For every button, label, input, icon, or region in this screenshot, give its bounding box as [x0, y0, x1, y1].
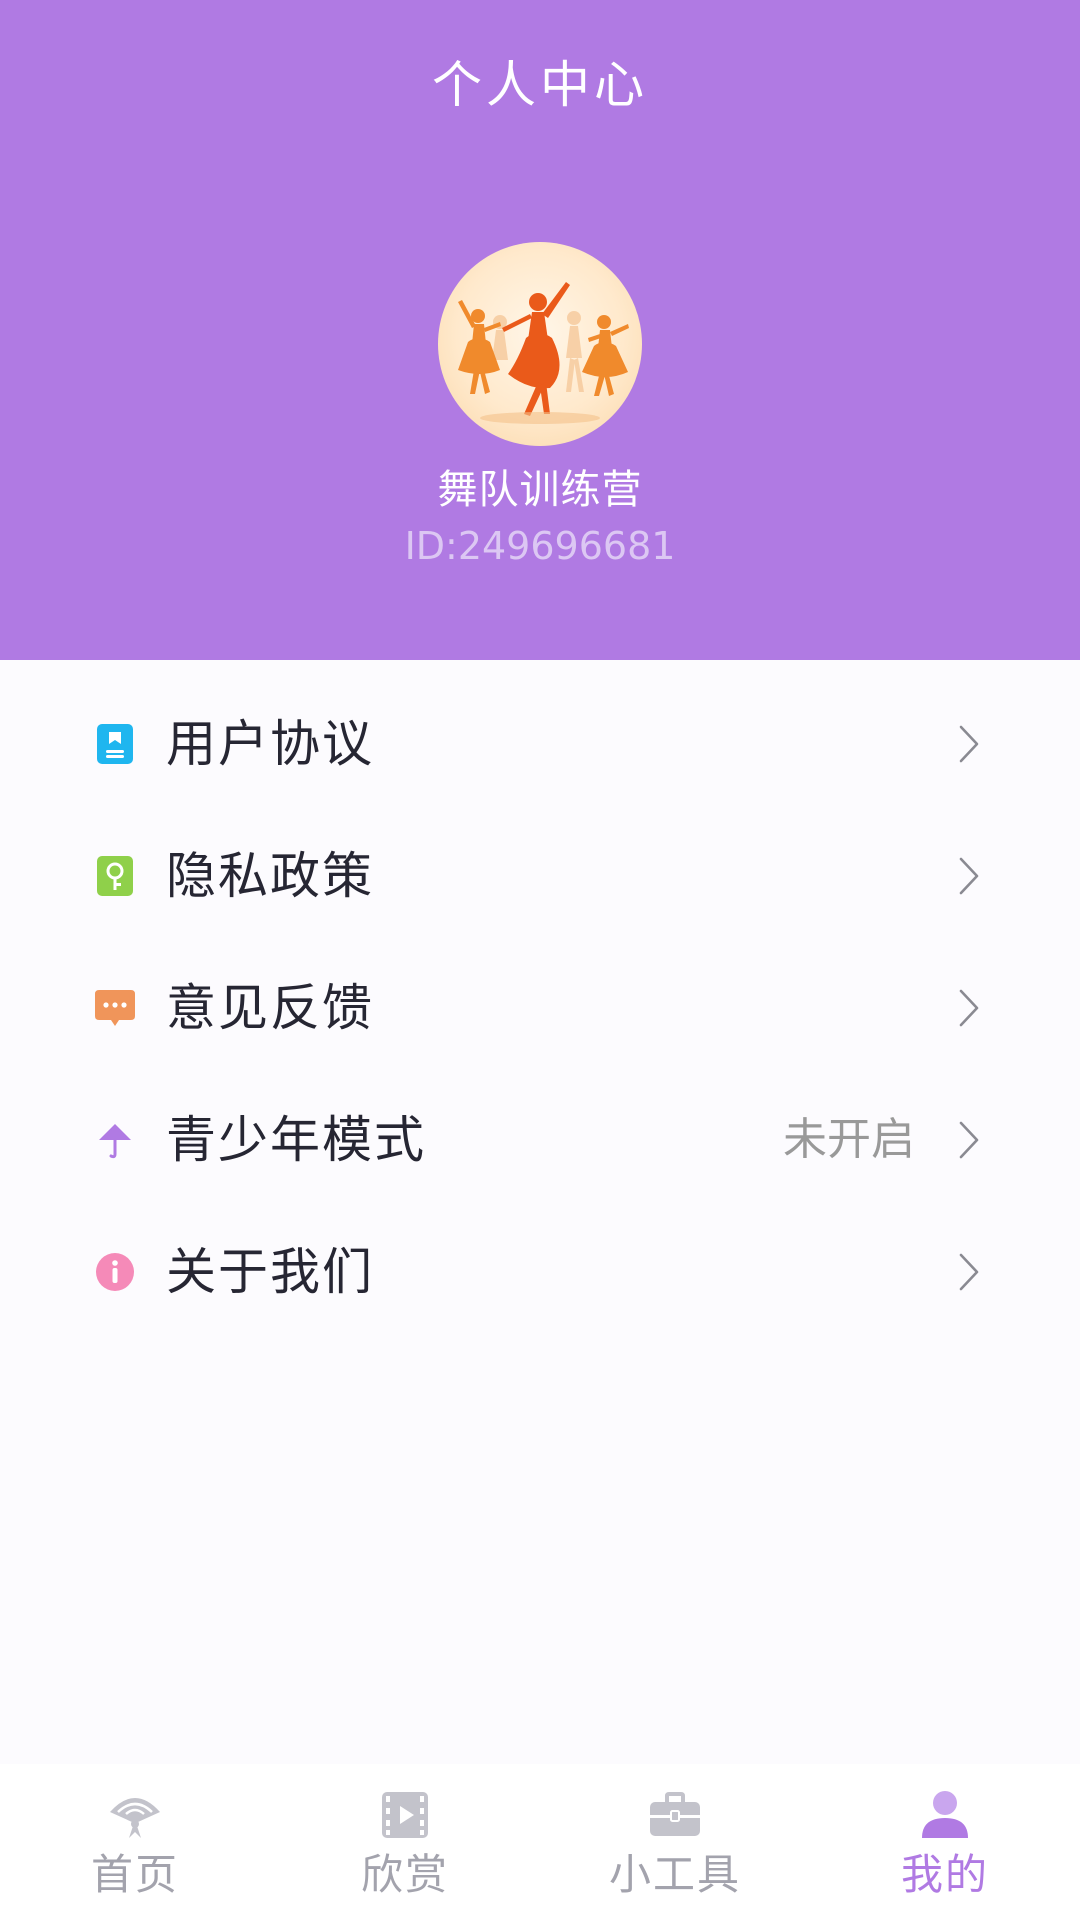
nav-item-home[interactable]: 首页 — [0, 1764, 270, 1920]
menu-label: 意见反馈 — [166, 979, 374, 1037]
message-icon — [95, 988, 135, 1028]
menu-label: 关于我们 — [166, 1243, 374, 1301]
nav-item-appreciate[interactable]: 欣赏 — [270, 1764, 540, 1920]
nav-label: 我的 — [900, 1850, 989, 1899]
teen-mode-status: 未开启 — [783, 1114, 915, 1165]
video-icon — [378, 1788, 432, 1842]
profile-header: 个人中心 舞队训练营 ID:249696681 — [0, 0, 1080, 660]
menu-label: 青少年模式 — [166, 1111, 426, 1169]
nav-item-tools[interactable]: 小工具 — [540, 1764, 810, 1920]
menu-label: 用户协议 — [166, 715, 374, 773]
nav-item-mine[interactable]: 我的 — [810, 1764, 1080, 1920]
menu-label: 隐私政策 — [166, 847, 374, 905]
umbrella-icon — [95, 1120, 135, 1160]
nav-label: 欣赏 — [360, 1850, 449, 1899]
chevron-right-icon — [958, 988, 980, 1028]
chevron-right-icon — [958, 856, 980, 896]
menu-item-teen-mode[interactable]: 青少年模式 未开启 — [0, 1074, 1080, 1206]
page-title: 个人中心 — [432, 56, 648, 114]
bottom-nav: 首页 欣赏 小工具 我的 — [0, 1764, 1080, 1920]
avatar[interactable] — [438, 242, 642, 446]
settings-menu: 用户协议 隐私政策 意见反馈 青少年模式 未开启 关于我们 — [0, 660, 1080, 1338]
menu-item-feedback[interactable]: 意见反馈 — [0, 942, 1080, 1074]
nav-label: 小工具 — [608, 1850, 741, 1899]
user-icon — [918, 1788, 972, 1842]
chevron-right-icon — [958, 1120, 980, 1160]
user-id: ID:249696681 — [404, 524, 676, 568]
toolbox-icon — [648, 1788, 702, 1842]
chevron-right-icon — [958, 1252, 980, 1292]
user-name: 舞队训练营 — [437, 467, 643, 513]
nav-label: 首页 — [90, 1850, 179, 1899]
menu-item-privacy-policy[interactable]: 隐私政策 — [0, 810, 1080, 942]
menu-item-user-agreement[interactable]: 用户协议 — [0, 678, 1080, 810]
key-icon — [95, 856, 135, 896]
dancers-illustration — [458, 282, 629, 424]
chevron-right-icon — [958, 724, 980, 764]
fan-icon — [108, 1788, 162, 1842]
document-icon — [95, 724, 135, 764]
info-icon — [95, 1252, 135, 1292]
menu-item-about-us[interactable]: 关于我们 — [0, 1206, 1080, 1338]
